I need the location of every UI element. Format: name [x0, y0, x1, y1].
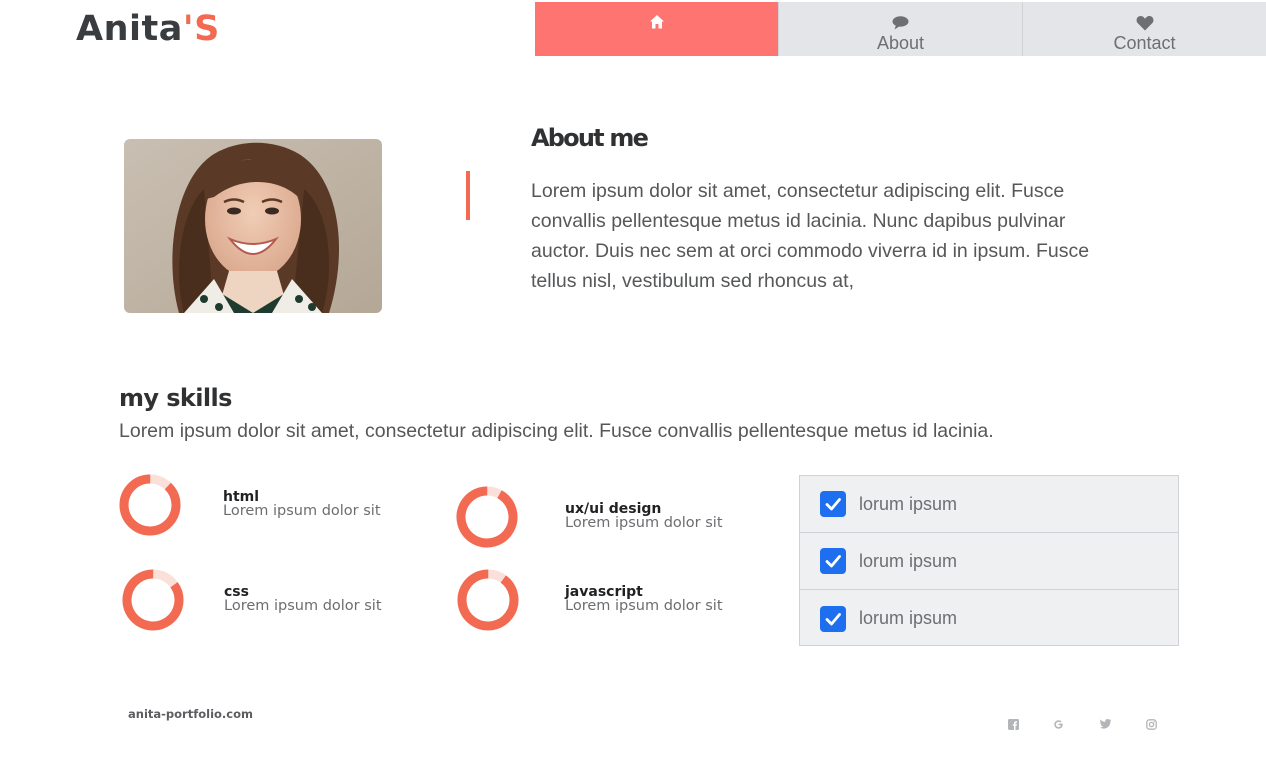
checkmark-icon: [825, 498, 841, 511]
checklist-item[interactable]: lorum ipsum: [800, 533, 1178, 590]
skill-uxui: ux/ui design Lorem ipsum dolor sit: [456, 486, 726, 550]
skill-html: html Lorem ipsum dolor sit: [119, 474, 389, 538]
checkbox[interactable]: [820, 548, 846, 574]
profile-photo: [124, 139, 382, 313]
checkmark-icon: [825, 555, 841, 568]
checklist: lorum ipsum lorum ipsum lorum ipsum: [799, 475, 1179, 646]
accent-divider: [466, 171, 470, 220]
about-title: About me: [531, 124, 649, 152]
google-icon[interactable]: [1051, 717, 1065, 731]
checkbox[interactable]: [820, 605, 846, 632]
nav-about[interactable]: About: [778, 2, 1022, 56]
donut-progress-arc: [456, 486, 518, 548]
home-icon: [649, 14, 665, 30]
skill-donut: [122, 569, 184, 631]
twitter-icon[interactable]: [1098, 717, 1112, 731]
facebook-icon[interactable]: [1006, 717, 1020, 731]
heart-icon: [1136, 15, 1154, 31]
checkbox[interactable]: [820, 491, 846, 517]
instagram-icon[interactable]: [1144, 717, 1158, 731]
skill-desc: Lorem ipsum dolor sit: [565, 598, 723, 614]
nav-home[interactable]: [535, 2, 778, 56]
logo-text: Anita: [76, 9, 183, 49]
skills-title: my skills: [119, 384, 232, 412]
skill-donut: [456, 486, 518, 548]
donut-progress-arc: [122, 569, 184, 631]
checklist-label: lorum ipsum: [859, 493, 958, 514]
skill-donut: [457, 569, 519, 631]
skill-desc: Lorem ipsum dolor sit: [223, 503, 381, 519]
nav-contact[interactable]: Contact: [1022, 2, 1266, 56]
about-text: Lorem ipsum dolor sit amet, consectetur …: [531, 180, 1090, 292]
nav-about-label: About: [876, 33, 925, 53]
donut-progress-arc: [119, 474, 181, 536]
checklist-label: lorum ipsum: [859, 608, 958, 628]
skill-donut: [119, 474, 181, 536]
nav-contact-label: Contact: [1113, 33, 1176, 53]
checklist-item[interactable]: lorum ipsum: [800, 590, 1178, 647]
site-logo[interactable]: Anita'S: [76, 9, 220, 49]
logo-s: S: [194, 9, 220, 49]
logo-apostrophe: ': [182, 9, 195, 49]
skill-desc: Lorem ipsum dolor sit: [224, 598, 382, 614]
skill-css: css Lorem ipsum dolor sit: [122, 569, 392, 633]
donut-progress-arc: [457, 569, 519, 631]
skills-subtitle: Lorem ipsum dolor sit amet, consectetur …: [119, 420, 994, 442]
checkmark-icon: [825, 612, 841, 625]
checklist-label: lorum ipsum: [859, 550, 958, 571]
skill-desc: Lorem ipsum dolor sit: [565, 515, 723, 531]
speech-bubble-icon: [892, 15, 909, 31]
skill-javascript: javascript Lorem ipsum dolor sit: [457, 569, 727, 633]
main-nav: About Contact: [535, 2, 1266, 56]
checklist-item[interactable]: lorum ipsum: [800, 476, 1178, 533]
footer-site-link[interactable]: anita-portfolio.com: [128, 707, 253, 721]
